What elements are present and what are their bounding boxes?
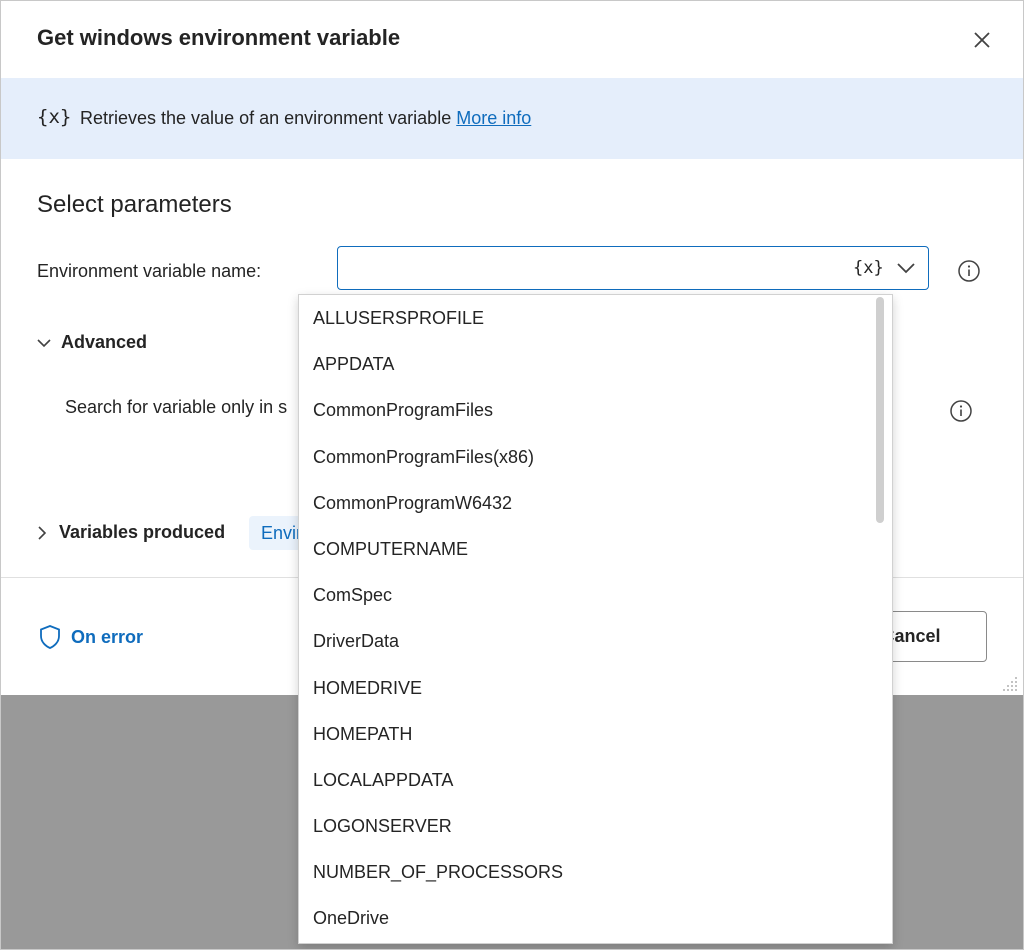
dropdown-option[interactable]: CommonProgramFiles(x86) [299,434,892,480]
chevron-right-icon [38,525,47,540]
env-var-input[interactable]: {x} [337,246,929,290]
more-info-link[interactable]: More info [456,108,531,128]
chevron-down-icon [37,338,51,347]
section-title: Select parameters [37,191,232,218]
variable-icon: {x} [37,106,72,128]
close-button[interactable] [965,23,999,57]
dropdown-option[interactable]: LOCALAPPDATA [299,757,892,803]
dialog-title: Get windows environment variable [37,25,401,50]
dropdown-option[interactable]: LOGONSERVER [299,803,892,849]
banner-description: Retrieves the value of an environment va… [80,108,452,128]
chevron-down-icon[interactable] [896,261,916,275]
on-error-label: On error [71,626,144,647]
advanced-label: Advanced [61,332,148,352]
dropdown-option[interactable]: CommonProgramFiles [299,387,892,433]
dropdown-option[interactable]: APPDATA [299,341,892,387]
resize-grip-icon[interactable] [999,673,1019,693]
dropdown-list: ALLUSERSPROFILE APPDATA CommonProgramFiles… [299,295,892,942]
variables-produced-toggle[interactable]: Variables produced [37,522,225,543]
advanced-toggle[interactable]: Advanced [37,332,147,353]
dropdown-option[interactable]: COMPUTERNAME [299,526,892,572]
dropdown-option[interactable]: HOMEPATH [299,711,892,757]
info-banner: {x} Retrieves the value of an environmen… [1,78,1023,159]
dropdown-option[interactable]: HOMEDRIVE [299,665,892,711]
on-error-button[interactable]: On error [37,624,143,650]
dropdown-option[interactable]: OneDrive [299,895,892,941]
dropdown-option[interactable]: DriverData [299,618,892,664]
dropdown-option[interactable]: ALLUSERSPROFILE [299,295,892,341]
env-var-dropdown[interactable]: ALLUSERSPROFILE APPDATA CommonProgramFiles… [298,294,893,944]
close-icon [974,32,990,48]
variables-produced-label: Variables produced [59,522,226,542]
search-option-label: Search for variable only in s [65,397,288,417]
env-var-label: Environment variable name: [37,261,262,281]
dropdown-option[interactable]: ComSpec [299,572,892,618]
shield-icon [40,625,60,649]
banner-text: Retrieves the value of an environment va… [80,108,531,129]
insert-variable-icon[interactable]: {x} [853,258,884,278]
dropdown-option[interactable]: NUMBER_OF_PROCESSORS [299,849,892,895]
info-icon[interactable] [949,399,973,423]
scrollbar-thumb[interactable] [876,297,884,523]
info-icon[interactable] [957,259,981,283]
dropdown-option[interactable]: CommonProgramW6432 [299,480,892,526]
